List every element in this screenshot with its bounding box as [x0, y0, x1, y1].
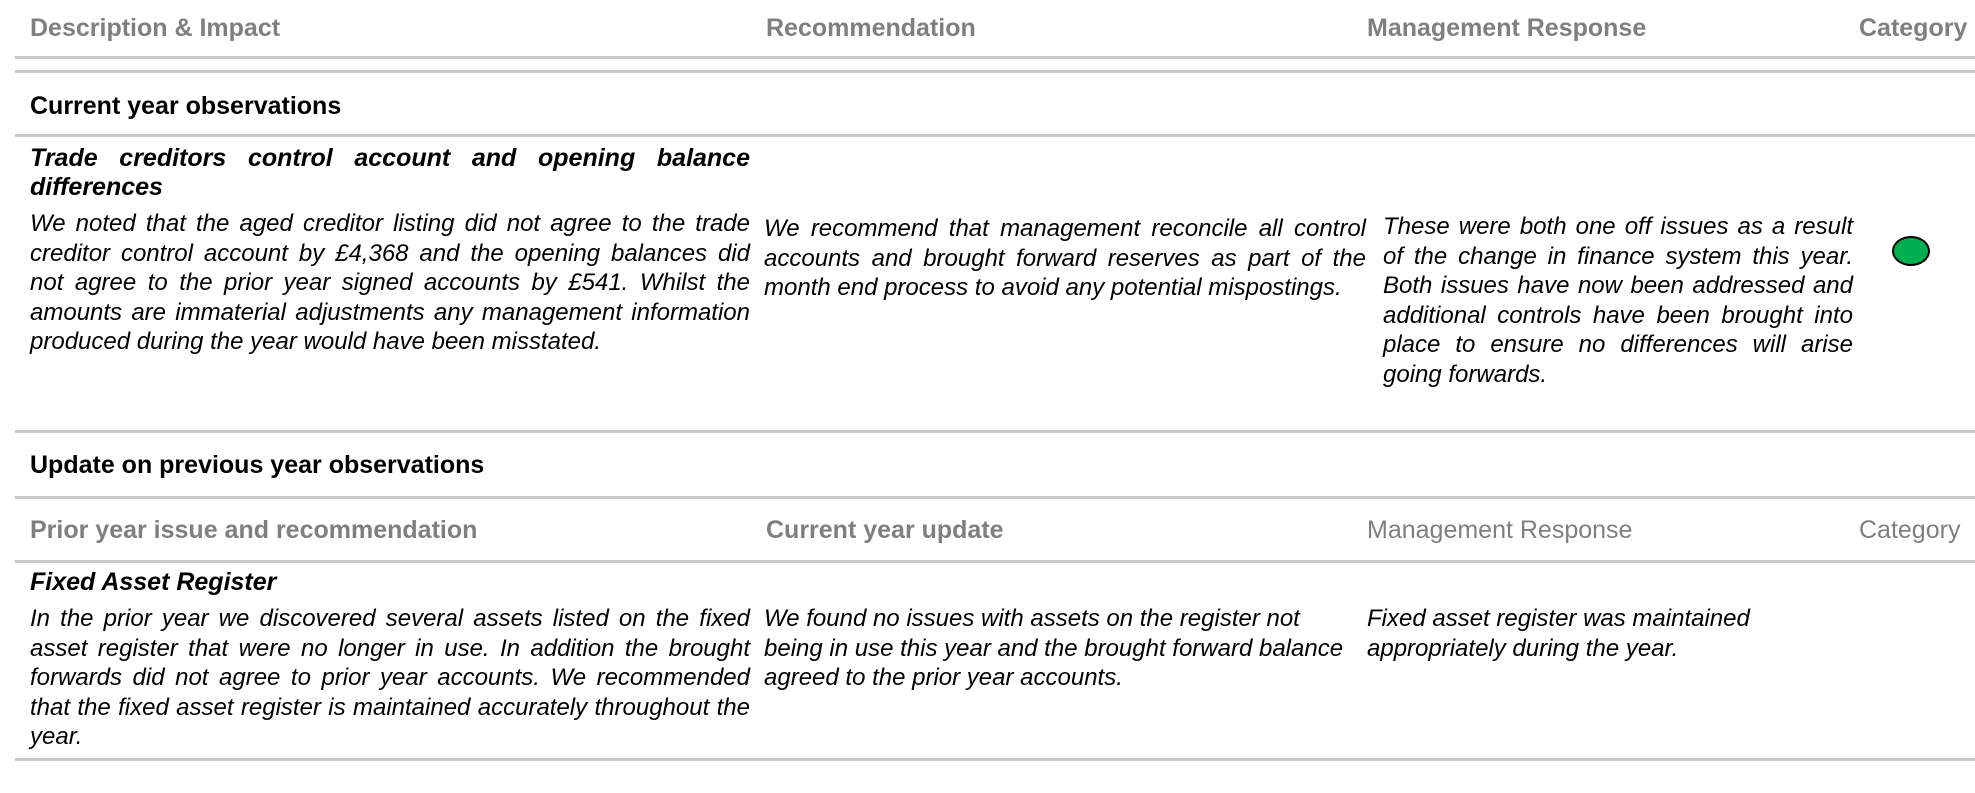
previous-year-section-title: Update on previous year observations — [30, 451, 485, 479]
current-item-recommendation: We recommend that management reconcile a… — [764, 215, 1366, 301]
header-management-response-prior: Management Response — [1367, 516, 1633, 544]
current-year-section-title: Current year observations — [30, 92, 342, 120]
status-dot-green-icon — [1892, 236, 1930, 266]
header-management-response: Management Response — [1367, 14, 1647, 42]
section-divider — [15, 560, 1975, 563]
previous-item-title: Fixed Asset Register — [30, 568, 277, 596]
header-prior-year-issue: Prior year issue and recommendation — [30, 516, 478, 544]
previous-item-update: We found no issues with assets on the re… — [764, 605, 1344, 691]
section-divider — [15, 430, 1975, 433]
current-item-management-response: These were both one off issues as a resu… — [1383, 213, 1853, 388]
section-divider — [15, 496, 1975, 499]
header-divider — [15, 56, 1975, 59]
current-item-title: Trade creditors control account and open… — [30, 144, 750, 201]
header-description-impact: Description & Impact — [30, 14, 281, 42]
table-bottom-divider — [15, 758, 1975, 761]
header-divider — [15, 70, 1975, 73]
header-category-prior: Category — [1859, 516, 1961, 544]
header-category: Category — [1859, 14, 1968, 42]
header-recommendation: Recommendation — [766, 14, 976, 42]
current-item-description: We noted that the aged creditor listing … — [30, 210, 750, 355]
section-divider — [15, 134, 1975, 137]
previous-item-management-response: Fixed asset register was maintained appr… — [1367, 605, 1750, 662]
header-current-year-update: Current year update — [766, 516, 1004, 544]
previous-item-description: In the prior year we discovered several … — [30, 605, 750, 750]
